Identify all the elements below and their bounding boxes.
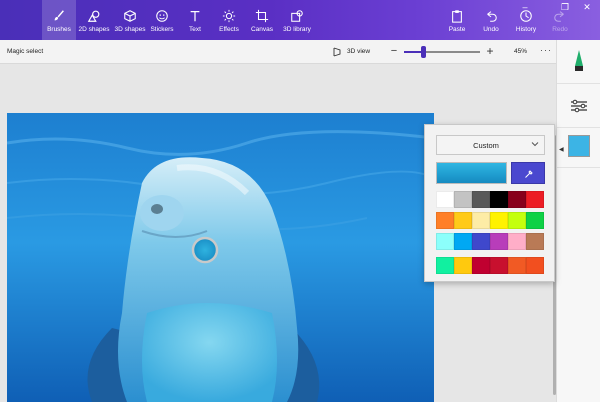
undo-button[interactable]: Undo: [477, 0, 505, 40]
selected-color-swatch: [568, 135, 590, 157]
color-swatch[interactable]: [526, 233, 544, 250]
color-swatch[interactable]: [508, 191, 526, 208]
zoom-in-button[interactable]: +: [484, 45, 496, 57]
cube-icon: [124, 10, 136, 22]
color-swatch[interactable]: [490, 212, 508, 229]
marker-icon: [575, 50, 583, 71]
ribbon-toolbar: Brushes 2D shapes 3D shapes Stickers Tex…: [0, 0, 600, 40]
canvas-image[interactable]: [7, 113, 434, 402]
chevron-down-icon: [531, 142, 539, 147]
redo-label: Redo: [552, 26, 568, 33]
current-color-preview[interactable]: [436, 162, 507, 184]
paste-label: Paste: [448, 26, 466, 33]
selected-color-button[interactable]: ◀: [557, 128, 600, 168]
more-options-icon[interactable]: ···: [540, 45, 552, 55]
shapes-3d-tab[interactable]: 3D shapes: [112, 0, 148, 40]
shapes-2d-label: 2D shapes: [78, 26, 110, 33]
canvas-label: Canvas: [250, 26, 274, 33]
color-swatch[interactable]: [508, 233, 526, 250]
color-swatch[interactable]: [454, 257, 472, 274]
color-swatch[interactable]: [526, 257, 544, 274]
library-3d-label: 3D library: [283, 26, 311, 33]
marker-tool[interactable]: [557, 40, 600, 84]
effects-label: Effects: [219, 26, 239, 33]
color-swatch[interactable]: [526, 212, 544, 229]
minimize-icon[interactable]: –: [517, 2, 533, 12]
color-swatch[interactable]: [454, 233, 472, 250]
color-swatch[interactable]: [472, 233, 490, 250]
library-3d-tab[interactable]: 3D library: [280, 0, 314, 40]
color-swatch[interactable]: [472, 212, 490, 229]
zoom-out-button[interactable]: −: [388, 45, 400, 57]
canvas-tab[interactable]: Canvas: [248, 0, 276, 40]
eyedropper-button[interactable]: [511, 162, 545, 184]
color-swatch[interactable]: [436, 191, 454, 208]
restore-icon[interactable]: ❐: [557, 2, 573, 12]
color-mode-label: Custom: [473, 141, 499, 150]
brush-settings-button[interactable]: [557, 84, 600, 128]
zoom-slider[interactable]: [404, 46, 480, 58]
brush-icon: [54, 10, 64, 21]
eyedropper-icon: [525, 170, 533, 178]
color-swatch[interactable]: [454, 212, 472, 229]
undo-icon: [487, 11, 497, 22]
color-swatch[interactable]: [436, 233, 454, 250]
effects-icon: [222, 9, 236, 23]
color-swatch[interactable]: [436, 212, 454, 229]
text-icon: [190, 11, 200, 22]
view-3d-icon[interactable]: [332, 47, 342, 57]
color-swatch[interactable]: [490, 191, 508, 208]
color-swatch[interactable]: [490, 233, 508, 250]
color-swatch[interactable]: [436, 257, 454, 274]
color-swatch[interactable]: [454, 191, 472, 208]
color-swatch[interactable]: [472, 257, 490, 274]
library-icon: [291, 10, 303, 22]
stickers-tab[interactable]: Stickers: [148, 0, 176, 40]
options-bar: Magic select 3D view − + 45% ···: [0, 40, 556, 64]
canvas-icon: [255, 9, 269, 23]
close-icon[interactable]: ✕: [579, 2, 595, 12]
sliders-icon: [571, 99, 587, 113]
text-tab[interactable]: Text: [181, 0, 209, 40]
color-swatch[interactable]: [472, 191, 490, 208]
color-swatch[interactable]: [508, 212, 526, 229]
effects-tab[interactable]: Effects: [215, 0, 243, 40]
color-picker-popup: Custom: [424, 124, 555, 282]
color-swatch[interactable]: [490, 257, 508, 274]
color-swatch[interactable]: [508, 257, 526, 274]
color-mode-dropdown[interactable]: Custom: [436, 135, 545, 155]
zoom-slider-thumb[interactable]: [421, 46, 426, 58]
brushes-label: Brushes: [47, 26, 71, 33]
shapes-2d-icon: [87, 10, 100, 22]
magic-select-button[interactable]: Magic select: [7, 48, 43, 55]
stickers-label: Stickers: [150, 26, 174, 33]
shapes-3d-label: 3D shapes: [114, 26, 146, 33]
history-label: History: [515, 26, 537, 33]
color-swatch[interactable]: [526, 191, 544, 208]
paste-icon: [452, 10, 462, 23]
view-3d-button[interactable]: 3D view: [347, 48, 370, 55]
side-panel: ◀: [556, 40, 600, 402]
expand-left-icon: ◀: [559, 147, 564, 153]
text-label: Text: [189, 26, 201, 33]
zoom-percent[interactable]: 45%: [514, 48, 527, 55]
shapes-2d-tab[interactable]: 2D shapes: [76, 0, 112, 40]
brushes-tab[interactable]: Brushes: [42, 0, 76, 40]
dolphin-photo: [7, 113, 434, 402]
paste-button[interactable]: Paste: [443, 0, 471, 40]
sticker-icon: [156, 10, 168, 22]
undo-label: Undo: [483, 26, 499, 33]
